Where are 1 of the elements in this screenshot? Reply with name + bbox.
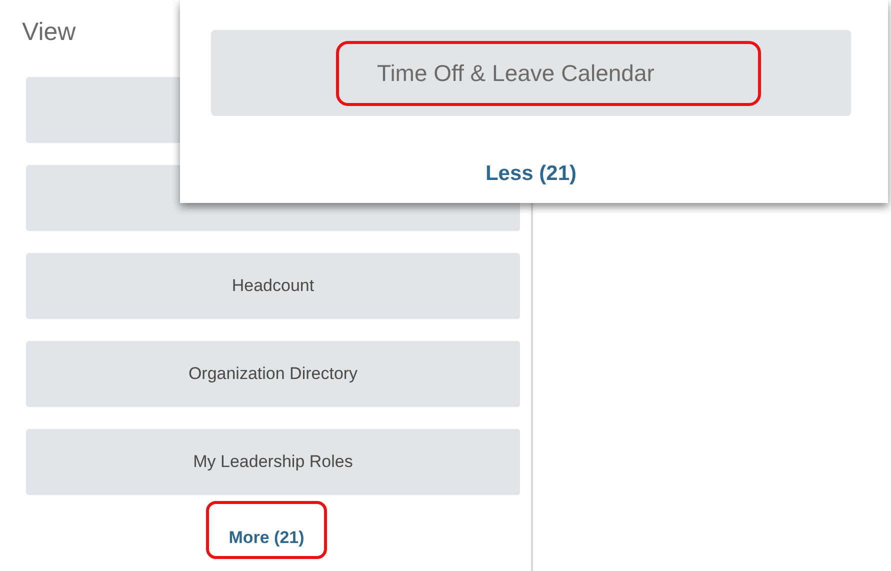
panel-title: View bbox=[22, 18, 77, 48]
